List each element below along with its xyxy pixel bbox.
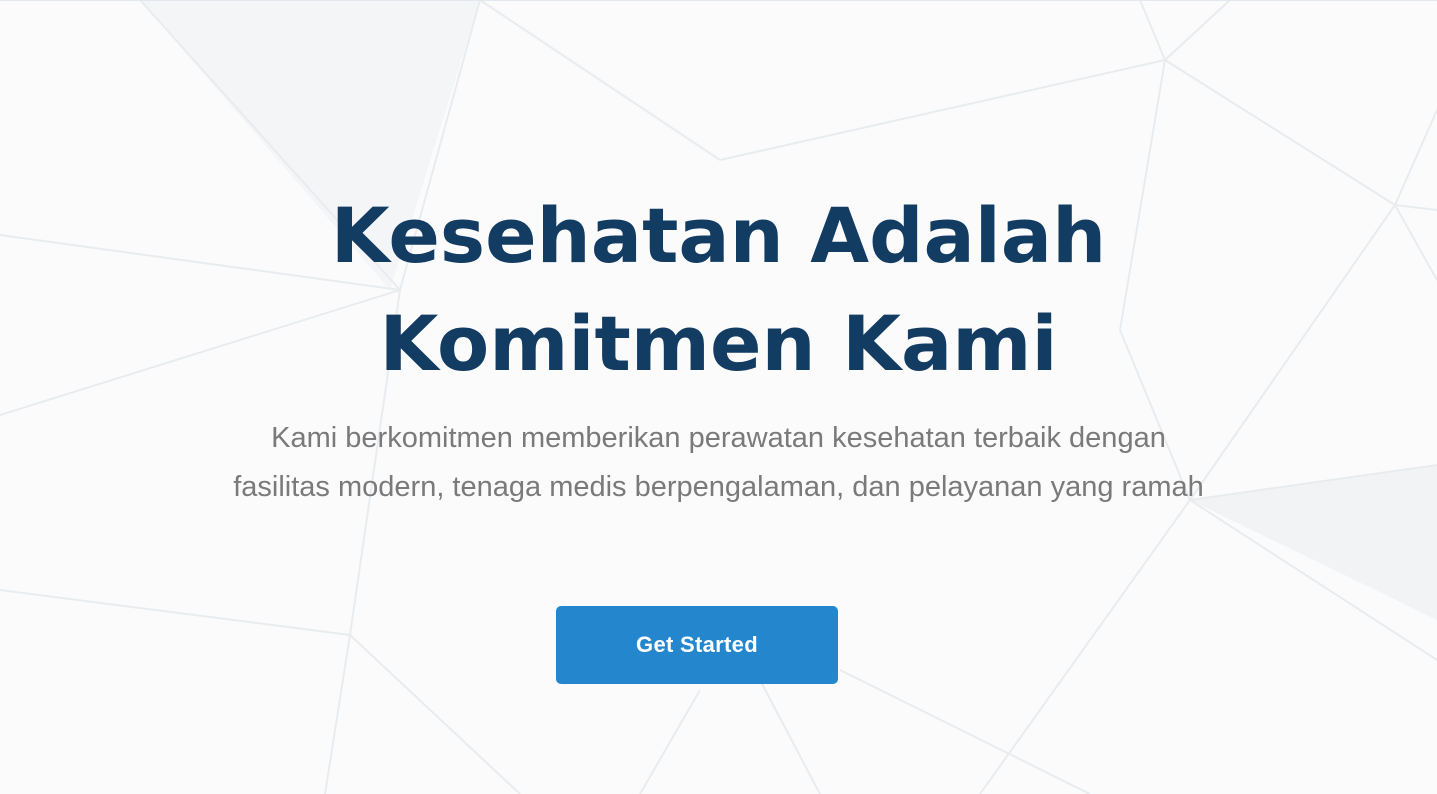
hero-content: Kesehatan Adalah Komitmen Kami Kami berk… [0, 0, 1437, 794]
hero-subtitle: Kami berkomitmen memberikan perawatan ke… [233, 422, 1204, 503]
hero-section: Kesehatan Adalah Komitmen Kami Kami berk… [0, 0, 1437, 794]
hero-title-line-1: Kesehatan Adalah [330, 191, 1107, 280]
hero-title-line-2: Komitmen Kami [379, 299, 1058, 388]
get-started-button[interactable]: Get Started [556, 606, 838, 684]
